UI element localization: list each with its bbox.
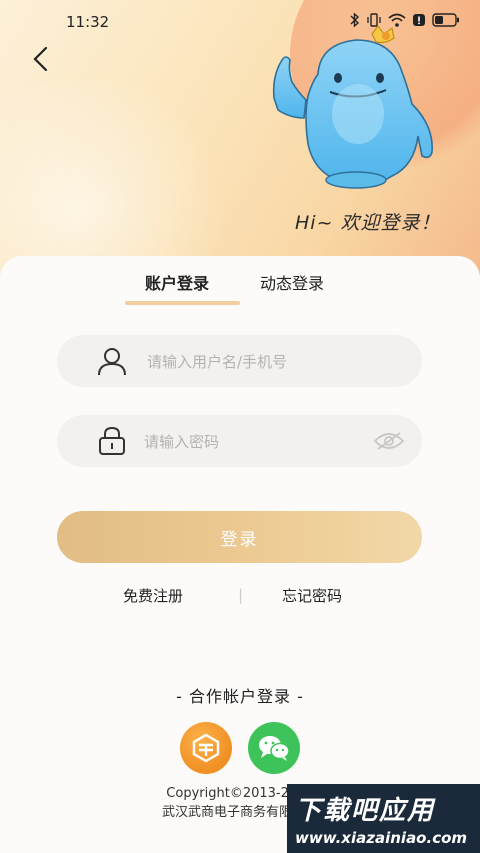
wechat-icon bbox=[259, 736, 290, 761]
active-tab-indicator bbox=[125, 301, 240, 305]
welcome-greeting: Hi~ 欢迎登录！ bbox=[295, 212, 441, 234]
chevron-left-icon bbox=[33, 46, 48, 72]
username-field bbox=[57, 335, 422, 389]
mascot-illustration bbox=[272, 26, 433, 189]
status-time: 11:32 bbox=[66, 13, 110, 31]
wechat-login-button[interactable] bbox=[248, 722, 300, 774]
auth-links: 免费注册 | 忘记密码 bbox=[0, 585, 480, 611]
link-divider: | bbox=[238, 586, 244, 604]
register-link[interactable]: 免费注册 bbox=[123, 585, 183, 606]
password-field bbox=[57, 415, 422, 469]
login-tabs: 账户登录 动态登录 bbox=[0, 258, 480, 308]
watermark-url: www.xiazainiao.com bbox=[295, 829, 468, 847]
watermark-title: 下载吧应用 bbox=[295, 796, 436, 826]
forgot-password-link[interactable]: 忘记密码 bbox=[282, 585, 342, 606]
lock-icon bbox=[95, 424, 129, 458]
tab-account-login[interactable]: 账户登录 bbox=[145, 270, 209, 294]
login-button[interactable]: 登录 bbox=[57, 511, 422, 563]
eye-off-icon[interactable] bbox=[372, 427, 406, 455]
back-button[interactable] bbox=[24, 42, 58, 76]
site-watermark: 下载吧应用 www.xiazainiao.com bbox=[287, 784, 480, 853]
partner-login-title: - 合作帐户登录 - bbox=[176, 687, 304, 706]
user-icon bbox=[95, 344, 129, 378]
username-input[interactable] bbox=[145, 335, 389, 389]
wushang-login-button[interactable] bbox=[180, 722, 232, 774]
tab-dynamic-login[interactable]: 动态登录 bbox=[260, 270, 324, 294]
wushang-logo-icon bbox=[192, 733, 220, 763]
password-input[interactable] bbox=[142, 415, 386, 469]
